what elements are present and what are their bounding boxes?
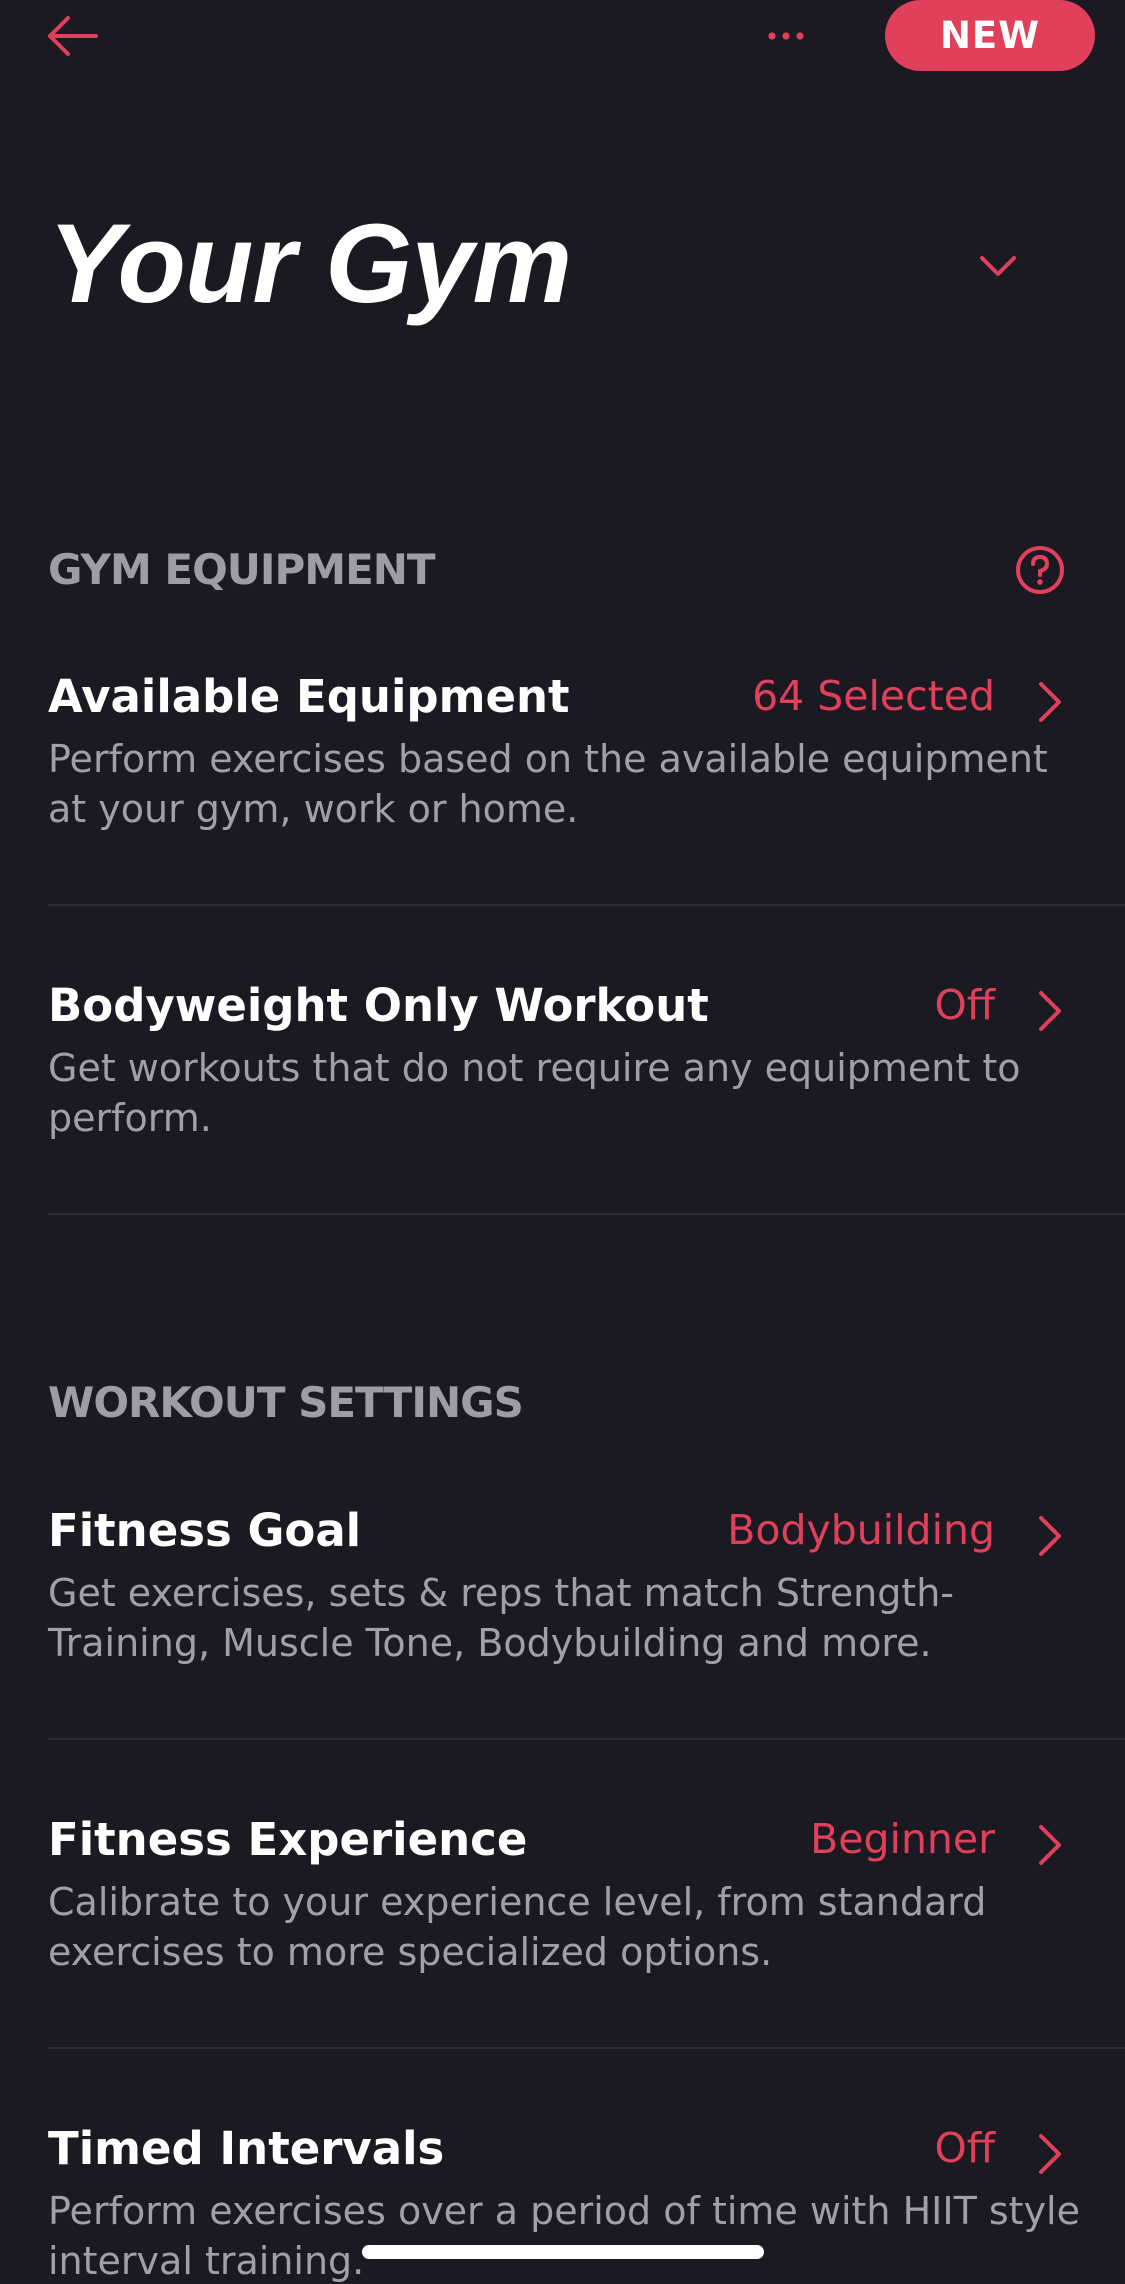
divider <box>48 1738 1125 1740</box>
section-header-gym-equipment: GYM EQUIPMENT <box>48 545 436 594</box>
row-title: Fitness Experience <box>48 1813 528 1866</box>
new-button[interactable]: NEW <box>885 0 1095 71</box>
divider <box>48 2047 1125 2049</box>
settings-row-fitness-goal[interactable]: Fitness Goal Bodybuilding Get exercises,… <box>0 1504 1125 1804</box>
page-title: Your Gym <box>48 201 572 326</box>
top-bar: NEW <box>0 0 1125 80</box>
row-title: Fitness Goal <box>48 1504 362 1557</box>
settings-row-fitness-experience[interactable]: Fitness Experience Beginner Calibrate to… <box>0 1813 1125 2113</box>
settings-row-available-equipment[interactable]: Available Equipment 64 Selected Perform … <box>0 670 1125 970</box>
help-circle-icon <box>1016 546 1064 594</box>
more-options-button[interactable] <box>760 8 812 64</box>
row-description: Perform exercises based on the available… <box>48 737 1048 831</box>
row-value: 64 Selected <box>752 672 995 720</box>
settings-row-timed-intervals[interactable]: Timed Intervals Off Perform exercises ov… <box>0 2122 1125 2284</box>
row-value: Off <box>934 2124 995 2172</box>
more-horizontal-icon <box>768 32 804 40</box>
divider <box>48 904 1125 906</box>
row-description: Perform exercises over a period of time … <box>48 2189 1080 2283</box>
chevron-right-icon <box>1032 2128 1068 2180</box>
row-title: Available Equipment <box>48 670 570 723</box>
section-header-workout-settings: WORKOUT SETTINGS <box>48 1378 524 1427</box>
chevron-right-icon <box>1032 1510 1068 1562</box>
home-indicator[interactable] <box>362 2245 764 2259</box>
settings-row-bodyweight-only[interactable]: Bodyweight Only Workout Off Get workouts… <box>0 979 1125 1279</box>
row-description: Get workouts that do not require any equ… <box>48 1046 1021 1140</box>
divider <box>48 1213 1125 1215</box>
row-title: Bodyweight Only Workout <box>48 979 709 1032</box>
title-row: Your Gym <box>0 190 1125 340</box>
row-title: Timed Intervals <box>48 2122 445 2175</box>
row-description: Calibrate to your experience level, from… <box>48 1880 987 1974</box>
row-description: Get exercises, sets & reps that match St… <box>48 1571 955 1665</box>
chevron-right-icon <box>1032 985 1068 1037</box>
chevron-right-icon <box>1032 676 1068 728</box>
arrow-left-icon <box>48 16 98 56</box>
help-button[interactable] <box>1010 540 1070 600</box>
row-value: Bodybuilding <box>727 1506 995 1554</box>
gym-selector-dropdown[interactable] <box>966 242 1030 290</box>
row-value: Beginner <box>810 1815 995 1863</box>
back-button[interactable] <box>42 8 102 64</box>
chevron-right-icon <box>1032 1819 1068 1871</box>
row-value: Off <box>934 981 995 1029</box>
chevron-down-icon <box>980 256 1016 276</box>
